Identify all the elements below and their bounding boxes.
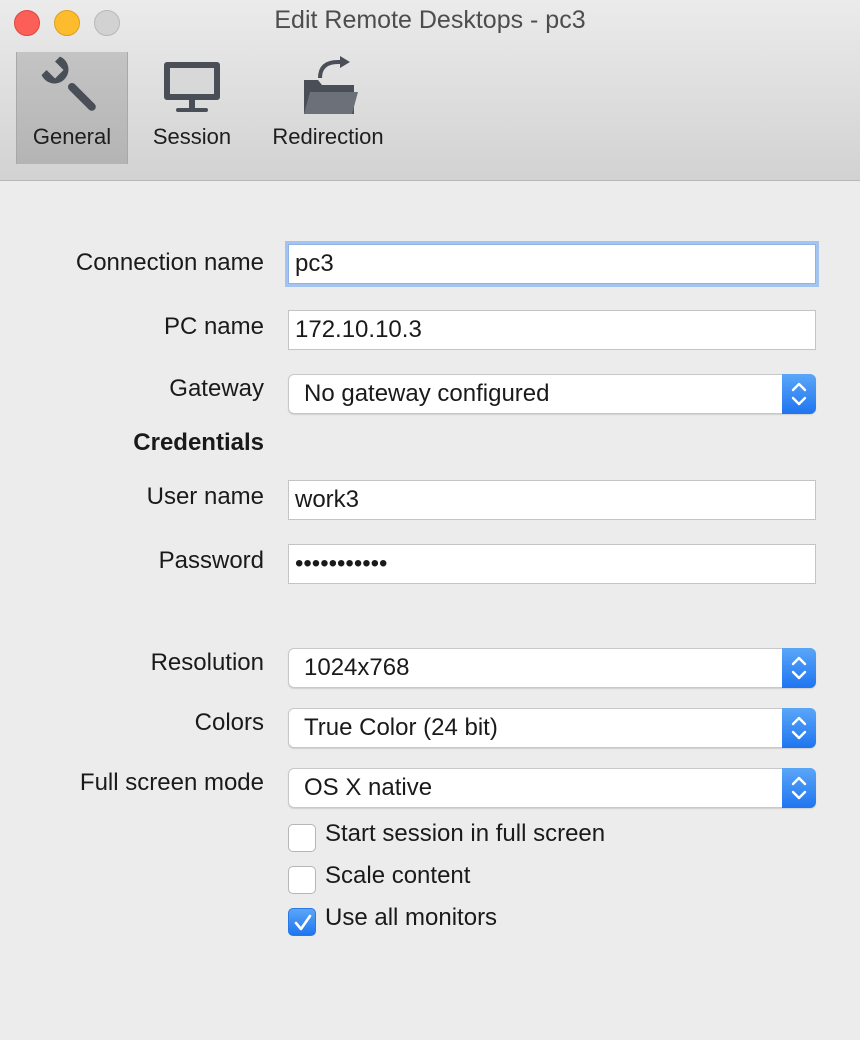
resolution-select[interactable]: 1024x768 <box>288 648 816 688</box>
title-toolbar: Edit Remote Desktops - pc3 General Sessi… <box>0 0 860 181</box>
tab-session-label: Session <box>152 124 232 149</box>
use-all-monitors-checkbox[interactable] <box>288 908 316 936</box>
connection-name-label: Connection name <box>75 249 264 276</box>
checkmark-icon <box>294 914 312 931</box>
chevron-up-down-icon <box>791 776 807 800</box>
folder-redirect-icon <box>262 56 394 118</box>
full-screen-mode-label: Full screen mode <box>79 769 264 796</box>
user-name-field[interactable] <box>288 480 816 520</box>
chevron-up-down-icon <box>791 656 807 680</box>
full-screen-mode-select[interactable]: OS X native <box>288 768 816 808</box>
wrench-icon <box>16 56 128 118</box>
tab-general[interactable]: General <box>16 52 128 164</box>
gateway-label: Gateway <box>169 375 264 402</box>
connection-name-field[interactable] <box>288 244 816 284</box>
monitor-icon <box>136 56 248 118</box>
pc-name-label: PC name <box>163 313 264 340</box>
tab-redirection-label: Redirection <box>272 124 384 149</box>
password-field[interactable]: ••••••••••• <box>288 544 816 584</box>
chevron-up-down-icon <box>791 382 807 406</box>
edit-remote-desktop-window: Edit Remote Desktops - pc3 General Sessi… <box>0 0 860 1040</box>
user-name-label: User name <box>146 483 264 510</box>
scale-content-checkbox[interactable] <box>288 866 316 894</box>
colors-select[interactable]: True Color (24 bit) <box>288 708 816 748</box>
tab-general-label: General <box>32 124 112 149</box>
resolution-stepper[interactable] <box>782 648 816 688</box>
tab-redirection[interactable]: Redirection <box>262 52 394 164</box>
resolution-label: Resolution <box>150 649 264 676</box>
chevron-up-down-icon <box>791 716 807 740</box>
gateway-value: No gateway configured <box>304 380 550 407</box>
resolution-value: 1024x768 <box>304 654 410 681</box>
colors-label: Colors <box>194 709 264 736</box>
tab-session[interactable]: Session <box>136 52 248 164</box>
gateway-select[interactable]: No gateway configured <box>288 374 816 414</box>
start-full-screen-checkbox[interactable] <box>288 824 316 852</box>
gateway-stepper[interactable] <box>782 374 816 414</box>
colors-stepper[interactable] <box>782 708 816 748</box>
full-screen-mode-stepper[interactable] <box>782 768 816 808</box>
credentials-heading: Credentials <box>133 429 264 456</box>
window-title: Edit Remote Desktops - pc3 <box>274 6 586 34</box>
use-all-monitors-label: Use all monitors <box>325 904 498 931</box>
pc-name-field[interactable] <box>288 310 816 350</box>
start-full-screen-label: Start session in full screen <box>325 820 606 847</box>
password-label: Password <box>158 547 264 574</box>
scale-content-label: Scale content <box>325 862 471 889</box>
full-screen-mode-value: OS X native <box>304 774 433 801</box>
colors-value: True Color (24 bit) <box>304 714 498 741</box>
